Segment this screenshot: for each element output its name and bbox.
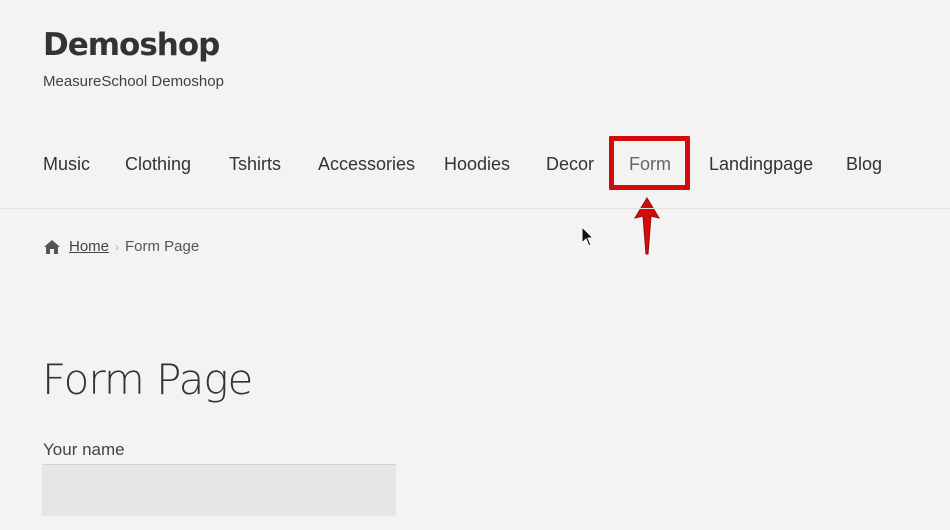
- highlight-box-annotation: [609, 136, 690, 190]
- nav-item-decor[interactable]: Decor: [546, 154, 594, 175]
- primary-navigation: Music Clothing Tshirts Accessories Hoodi…: [0, 142, 950, 186]
- page-title: Form Page: [42, 355, 253, 404]
- nav-item-landingpage[interactable]: Landingpage: [709, 154, 813, 175]
- name-input[interactable]: [42, 464, 396, 516]
- site-title[interactable]: Demoshop: [43, 27, 220, 63]
- breadcrumb: Home › Form Page: [43, 238, 199, 255]
- up-arrow-icon: [633, 197, 661, 255]
- breadcrumb-current: Form Page: [125, 238, 200, 255]
- breadcrumb-home-link[interactable]: Home: [69, 238, 109, 255]
- home-icon: [44, 239, 60, 254]
- header-divider: [0, 208, 950, 209]
- nav-item-music[interactable]: Music: [43, 154, 90, 175]
- site-description: MeasureSchool Demoshop: [43, 73, 224, 90]
- mouse-cursor-icon: [581, 226, 595, 247]
- nav-item-clothing[interactable]: Clothing: [125, 154, 191, 175]
- nav-item-hoodies[interactable]: Hoodies: [444, 154, 510, 175]
- breadcrumb-separator: ›: [115, 239, 120, 254]
- nav-item-blog[interactable]: Blog: [846, 154, 882, 175]
- nav-item-tshirts[interactable]: Tshirts: [229, 154, 281, 175]
- name-field-label: Your name: [43, 440, 125, 459]
- nav-item-accessories[interactable]: Accessories: [318, 154, 415, 175]
